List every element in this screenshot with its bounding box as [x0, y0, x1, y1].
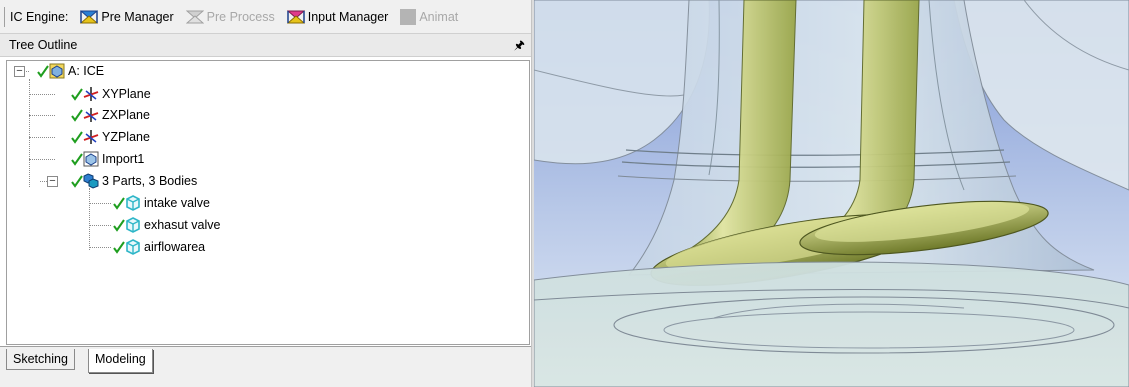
tree-node-label: Import1	[102, 152, 145, 166]
tree-node-intake-valve[interactable]: intake valve	[113, 194, 210, 212]
check-icon	[71, 131, 83, 144]
ic-engine-toolbar: IC Engine: Pre Manager Pre Process Input…	[0, 0, 531, 34]
tree-node-airflowarea[interactable]: airflowarea	[113, 238, 205, 256]
animate-icon	[400, 8, 417, 25]
body-icon	[126, 195, 140, 211]
tree-node-label: YZPlane	[102, 130, 150, 144]
import-icon	[83, 151, 99, 167]
check-icon	[113, 241, 125, 254]
tree-connector	[29, 115, 55, 116]
graphics-viewport[interactable]	[534, 0, 1129, 387]
plane-axes-icon	[83, 108, 99, 122]
input-manager-icon	[286, 10, 305, 23]
check-icon	[71, 175, 83, 188]
toolbar-label: IC Engine:	[10, 9, 69, 24]
plane-axes-icon	[83, 130, 99, 144]
tree-connector	[29, 159, 55, 160]
tree-connector	[89, 203, 111, 204]
plane-axes-icon	[83, 87, 99, 101]
tree-node-label: intake valve	[144, 196, 211, 210]
toolbar-separator	[4, 6, 5, 27]
check-icon	[71, 153, 83, 166]
tree-node-label: ZXPlane	[102, 108, 150, 122]
tree-node-xyplane[interactable]: XYPlane	[71, 85, 151, 103]
tree-connector	[29, 137, 55, 138]
tree-outline: − A: ICE XYPlane ZXPlane YZPlane Import1…	[6, 60, 530, 345]
pre-process-button[interactable]: Pre Process	[185, 9, 275, 25]
animate-label: Animat	[419, 9, 459, 24]
tree-node-parts-group[interactable]: 3 Parts, 3 Bodies	[71, 172, 197, 190]
mode-tabs-bar: Sketching Modeling	[0, 346, 531, 387]
input-manager-button[interactable]: Input Manager	[286, 9, 389, 25]
tree-connector	[89, 188, 90, 250]
parts-icon	[83, 173, 99, 189]
tree-connector	[29, 79, 30, 187]
pre-process-label: Pre Process	[206, 9, 275, 24]
check-icon	[37, 65, 49, 78]
pin-icon[interactable]: 🖈	[514, 39, 525, 51]
check-icon	[71, 109, 83, 122]
tab-sketching[interactable]: Sketching	[6, 349, 75, 370]
tree-node-label: airflowarea	[144, 240, 206, 254]
check-icon	[113, 219, 125, 232]
tab-modeling[interactable]: Modeling	[88, 349, 153, 373]
animate-button[interactable]: Animat	[400, 8, 459, 25]
tree-node-import1[interactable]: Import1	[71, 150, 144, 168]
tree-node-exhasut-valve[interactable]: exhasut valve	[113, 216, 220, 234]
pre-manager-icon	[80, 10, 99, 23]
tree-node-label: exhasut valve	[144, 218, 221, 232]
tree-connector	[89, 247, 111, 248]
pre-manager-button[interactable]: Pre Manager	[80, 9, 174, 25]
tree-outline-title: Tree Outline	[9, 38, 78, 52]
tree-node-zxplane[interactable]: ZXPlane	[71, 106, 150, 124]
model-icon	[49, 63, 65, 79]
tree-connector	[29, 94, 55, 95]
collapse-root-toggle[interactable]: −	[14, 66, 25, 77]
body-icon	[126, 239, 140, 255]
tree-node-yzplane[interactable]: YZPlane	[71, 128, 150, 146]
check-icon	[113, 197, 125, 210]
valve-model-render	[534, 0, 1129, 387]
body-icon	[126, 217, 140, 233]
tree-node-label: A: ICE	[68, 64, 105, 78]
tree-node-label: XYPlane	[102, 87, 151, 101]
pre-manager-label: Pre Manager	[101, 9, 174, 24]
tree-connector	[89, 225, 111, 226]
collapse-parts-toggle[interactable]: −	[47, 176, 58, 187]
tree-node-root[interactable]: A: ICE	[37, 62, 104, 80]
tree-outline-header: Tree Outline 🖈	[0, 34, 531, 57]
input-manager-label: Input Manager	[307, 9, 389, 24]
pre-process-icon	[185, 10, 204, 23]
tree-node-label: 3 Parts, 3 Bodies	[102, 174, 198, 188]
check-icon	[71, 88, 83, 101]
